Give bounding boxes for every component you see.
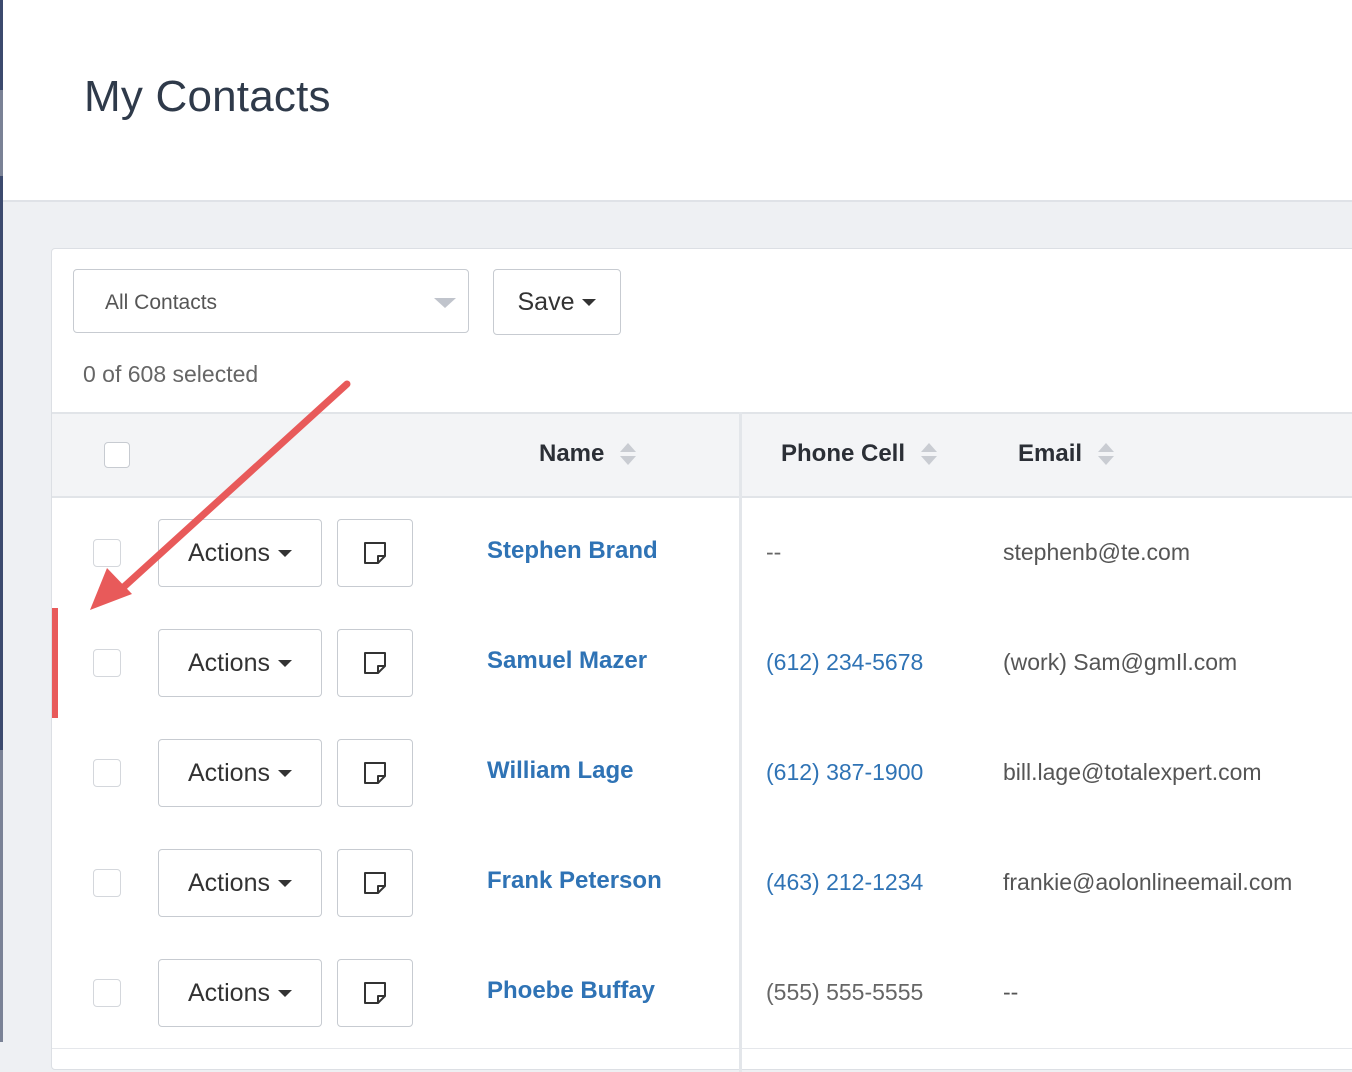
contact-name-link[interactable]: Frank Peterson bbox=[487, 867, 662, 895]
save-button[interactable]: Save bbox=[493, 269, 621, 335]
contact-phone-link[interactable]: (612) 387-1900 bbox=[766, 759, 923, 786]
contact-phone: (555) 555-5555 bbox=[766, 979, 924, 1005]
sticky-note-icon bbox=[364, 762, 386, 784]
contact-email: (work) Sam@gmIl.com bbox=[1003, 649, 1238, 675]
table-row: Actions Phoebe Buffay (555) 555-5555 -- bbox=[52, 938, 1352, 1049]
column-header-phone-cell-label: Phone Cell bbox=[781, 440, 906, 467]
add-note-button[interactable] bbox=[337, 519, 413, 587]
caret-down-icon bbox=[277, 549, 292, 557]
contact-name-link[interactable]: Phoebe Buffay bbox=[487, 977, 655, 1005]
contact-name-link[interactable]: Samuel Mazer bbox=[487, 647, 647, 675]
sort-icon bbox=[620, 443, 637, 465]
column-header-name[interactable]: Name bbox=[539, 440, 637, 468]
actions-dropdown-button[interactable]: Actions bbox=[158, 959, 322, 1027]
sort-icon bbox=[921, 443, 938, 465]
caret-down-icon bbox=[277, 989, 292, 997]
row-checkbox[interactable] bbox=[93, 649, 121, 677]
table-row: Actions William Lage (612) 387-1900 bill… bbox=[52, 718, 1352, 829]
caret-down-icon bbox=[277, 769, 292, 777]
table-header: Name Phone Cell Email bbox=[52, 412, 1352, 498]
row-checkbox[interactable] bbox=[93, 869, 121, 897]
add-note-button[interactable] bbox=[337, 959, 413, 1027]
column-header-email[interactable]: Email bbox=[1018, 440, 1115, 468]
actions-button-label: Actions bbox=[188, 978, 270, 1007]
caret-down-icon bbox=[582, 298, 597, 306]
table-row: Actions Stephen Brand -- stephenb@te.com bbox=[52, 498, 1352, 609]
sticky-note-icon bbox=[364, 982, 386, 1004]
contact-email: bill.lage@totalexpert.com bbox=[1003, 759, 1262, 785]
column-header-name-label: Name bbox=[539, 440, 605, 467]
contact-phone-link[interactable]: (463) 212-1234 bbox=[766, 869, 923, 896]
sticky-note-icon bbox=[364, 542, 386, 564]
table-row: Actions Frank Peterson (463) 212-1234 fr… bbox=[52, 828, 1352, 939]
contact-email: stephenb@te.com bbox=[1003, 539, 1191, 565]
actions-dropdown-button[interactable]: Actions bbox=[158, 739, 322, 807]
sticky-note-icon bbox=[364, 652, 386, 674]
contact-list-filter-select[interactable]: All Contacts bbox=[73, 269, 469, 333]
contact-name-link[interactable]: William Lage bbox=[487, 757, 633, 785]
contact-email: -- bbox=[1003, 979, 1019, 1005]
filter-select-value: All Contacts bbox=[105, 291, 218, 314]
actions-button-label: Actions bbox=[188, 538, 270, 567]
row-checkbox[interactable] bbox=[93, 979, 121, 1007]
caret-down-icon bbox=[277, 659, 292, 667]
add-note-button[interactable] bbox=[337, 739, 413, 807]
row-checkbox[interactable] bbox=[93, 539, 121, 567]
sticky-note-icon bbox=[364, 872, 386, 894]
row-checkbox[interactable] bbox=[93, 759, 121, 787]
contact-phone-link[interactable]: (612) 234-5678 bbox=[766, 649, 923, 676]
sort-icon bbox=[1098, 443, 1115, 465]
select-all-checkbox[interactable] bbox=[104, 442, 130, 468]
add-note-button[interactable] bbox=[337, 629, 413, 697]
contacts-card: All Contacts Save 0 of 608 selected Name… bbox=[51, 248, 1352, 1072]
chevron-down-icon bbox=[434, 298, 456, 308]
table-row-highlighted: Actions Samuel Mazer (612) 234-5678 (wor… bbox=[52, 608, 1352, 719]
selection-count: 0 of 608 selected bbox=[83, 361, 259, 387]
save-button-label: Save bbox=[517, 287, 575, 316]
actions-button-label: Actions bbox=[188, 758, 270, 787]
left-edge-segment bbox=[0, 750, 3, 1042]
actions-dropdown-button[interactable]: Actions bbox=[158, 849, 322, 917]
column-divider bbox=[739, 412, 742, 1072]
contact-phone: -- bbox=[766, 539, 782, 565]
caret-down-icon bbox=[277, 879, 292, 887]
column-header-phone-cell[interactable]: Phone Cell bbox=[781, 440, 938, 468]
contact-name-link[interactable]: Stephen Brand bbox=[487, 537, 658, 565]
column-header-email-label: Email bbox=[1018, 440, 1083, 467]
actions-dropdown-button[interactable]: Actions bbox=[158, 519, 322, 587]
add-note-button[interactable] bbox=[337, 849, 413, 917]
actions-button-label: Actions bbox=[188, 648, 270, 677]
page-header: My Contacts bbox=[3, 0, 1352, 202]
actions-button-label: Actions bbox=[188, 868, 270, 897]
actions-dropdown-button[interactable]: Actions bbox=[158, 629, 322, 697]
contact-email: frankie@aolonlineemail.com bbox=[1003, 869, 1293, 895]
page-title: My Contacts bbox=[84, 72, 331, 121]
